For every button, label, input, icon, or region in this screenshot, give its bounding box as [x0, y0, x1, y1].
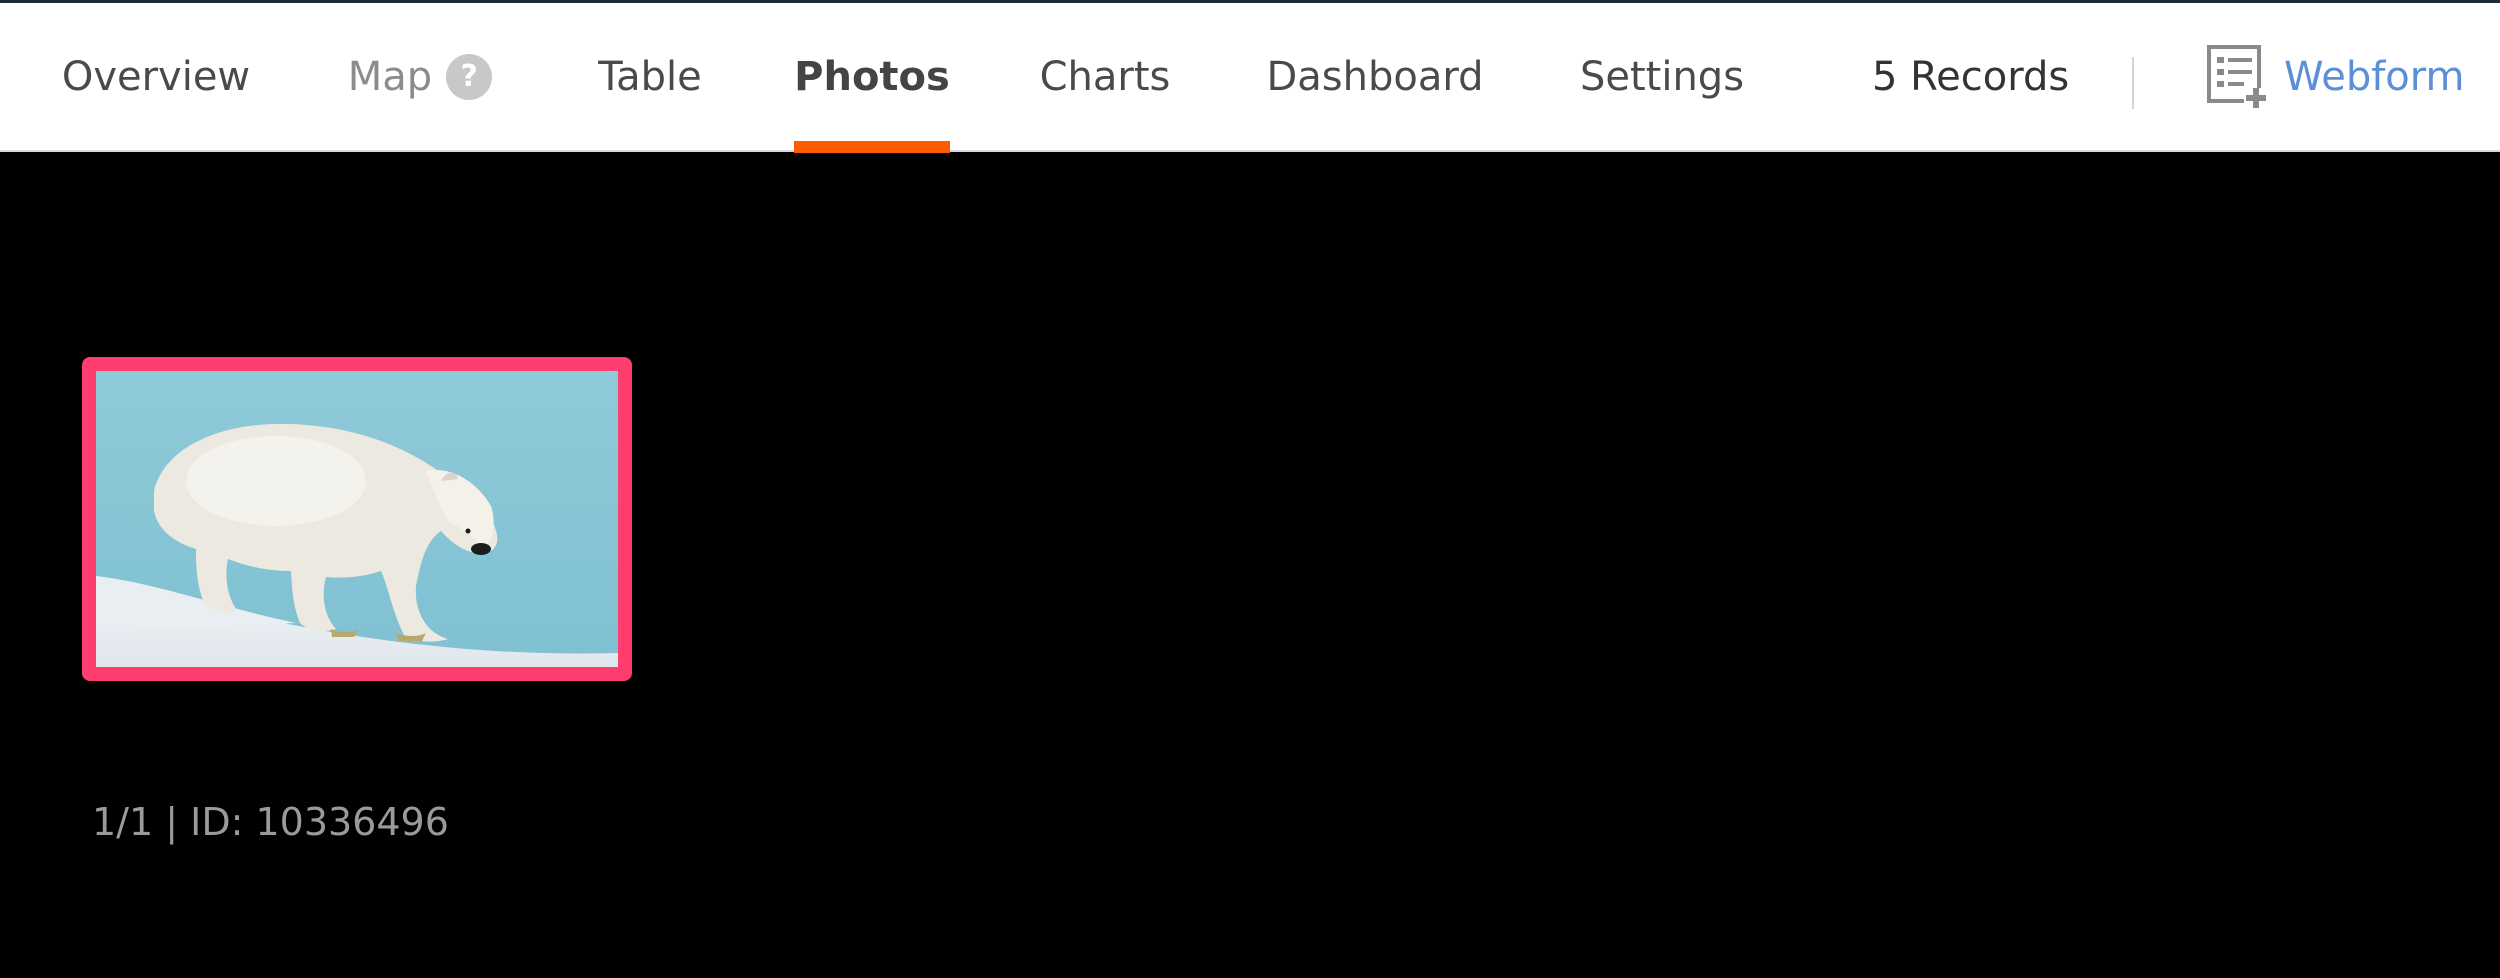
- photo-thumbnail[interactable]: [82, 357, 632, 681]
- webform-button[interactable]: Webform: [2206, 3, 2464, 150]
- photo-caption: 1/1 | ID: 10336496: [92, 800, 449, 844]
- tab-dashboard[interactable]: Dashboard: [1260, 3, 1490, 150]
- tab-charts-label: Charts: [1039, 53, 1171, 100]
- tab-table[interactable]: Table: [580, 3, 720, 150]
- help-icon[interactable]: ?: [446, 53, 493, 100]
- tab-settings-label: Settings: [1579, 53, 1745, 100]
- top-navbar: Overview Map ? Table Photos Charts Dashb…: [0, 3, 2500, 153]
- record-count: 5 Records: [1872, 53, 2070, 100]
- tab-map[interactable]: Map ?: [340, 3, 500, 150]
- tab-photos[interactable]: Photos: [794, 3, 950, 153]
- tab-dashboard-label: Dashboard: [1266, 53, 1484, 100]
- nav-divider: [2132, 57, 2134, 109]
- tab-table-label: Table: [598, 53, 702, 100]
- tab-charts[interactable]: Charts: [1030, 3, 1180, 150]
- active-tab-indicator: [794, 141, 950, 153]
- polar-bear-photo: [96, 371, 618, 667]
- tab-overview[interactable]: Overview: [40, 3, 272, 150]
- form-add-icon: [2207, 44, 2268, 108]
- tab-overview-label: Overview: [61, 53, 251, 100]
- webform-label: Webform: [2284, 53, 2465, 100]
- tab-settings[interactable]: Settings: [1574, 3, 1750, 150]
- tab-map-label: Map: [347, 53, 433, 100]
- tab-photos-label: Photos: [794, 53, 950, 100]
